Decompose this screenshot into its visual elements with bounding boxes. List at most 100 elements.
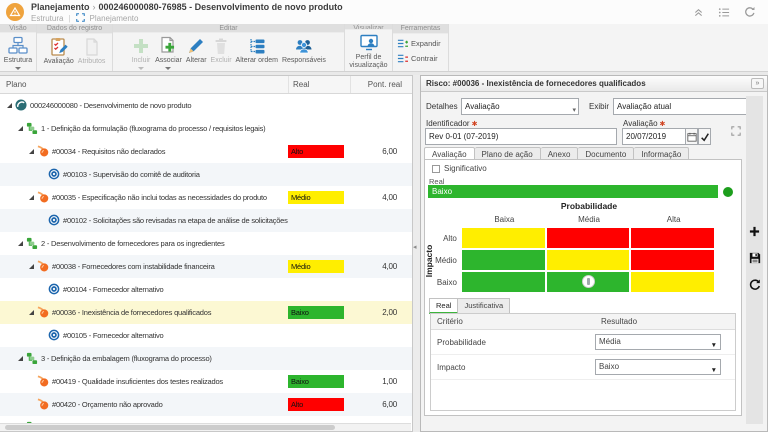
- tree-row[interactable]: 2 - Desenvolvimento de fornecedores para…: [0, 232, 412, 255]
- tree-row[interactable]: #00036 - Inexistência de fornecedores qu…: [0, 301, 412, 324]
- phase-icon: [26, 352, 38, 364]
- significativo-checkbox[interactable]: [432, 165, 440, 173]
- subnav-planejamento[interactable]: Planejamento: [90, 14, 139, 23]
- tree-row[interactable]: #00419 - Qualidade insuficientes dos tes…: [0, 370, 412, 393]
- panel-splitter[interactable]: ◂: [413, 75, 420, 432]
- breadcrumb-app[interactable]: Planejamento: [31, 2, 90, 12]
- chevron-down-icon: ▾: [572, 103, 576, 118]
- tree-row[interactable]: #00038 - Fornecedores com instabilidade …: [0, 255, 412, 278]
- pont-real-cell: 1,00: [350, 377, 412, 386]
- matrix-cell[interactable]: [631, 272, 714, 292]
- tree-row-name: #00419 - Qualidade insuficientes dos tes…: [0, 375, 288, 389]
- tree-row[interactable]: 3 - Definição da embalagem (fluxograma d…: [0, 347, 412, 370]
- tree-row-label: #00035 - Especificação não inclui todas …: [52, 193, 267, 202]
- real-cell: Baixo: [288, 301, 350, 324]
- caret-slot: [16, 126, 25, 131]
- matrix-cell[interactable]: [631, 228, 714, 248]
- control-icon: [48, 168, 60, 180]
- clear-date-button[interactable]: [698, 128, 711, 145]
- expand-caret-icon[interactable]: [29, 149, 34, 154]
- refresh-icon[interactable]: [744, 5, 756, 23]
- expand-caret-icon[interactable]: [18, 241, 23, 246]
- alterar-ordem-button[interactable]: Alterar ordem: [234, 35, 280, 66]
- tree-row[interactable]: #00420 - Orçamento não aprovadoAlto6,00: [0, 393, 412, 416]
- subtab-justificativa[interactable]: Justificativa: [458, 298, 510, 314]
- maximize-corners-icon[interactable]: [731, 123, 741, 141]
- save-button[interactable]: [749, 251, 761, 269]
- detalhes-select[interactable]: Avaliação▾: [461, 98, 579, 115]
- expand-caret-icon[interactable]: [29, 310, 34, 315]
- severity-badge: Médio: [288, 260, 344, 273]
- resultado-cell: Baixo▼: [595, 359, 735, 375]
- tree-row[interactable]: #00103 - Supervisão do comitê de auditor…: [0, 163, 412, 186]
- tree-row-label: #00102 - Solicitações são revisadas na e…: [63, 216, 288, 225]
- add-button[interactable]: [749, 224, 760, 242]
- incluir-button: Incluir: [129, 35, 153, 71]
- severity-badge: Baixo: [288, 375, 344, 388]
- perfil-visualizacao-button[interactable]: Perfil de visualização: [345, 32, 393, 71]
- estrutura-button[interactable]: Estrutura: [2, 35, 34, 71]
- expand-caret-icon[interactable]: [29, 264, 34, 269]
- matrix-cell[interactable]: [462, 272, 545, 292]
- tree-row[interactable]: #00034 - Requisitos não declaradosAlto6,…: [0, 140, 412, 163]
- expand-caret-icon[interactable]: [29, 195, 34, 200]
- atributos-button: Atributos: [76, 36, 108, 67]
- plan-tree-panel: Plano Real Pont. real 000246000080 - Des…: [0, 75, 413, 432]
- panel-side-toolbar: [746, 96, 763, 424]
- matrix-cell[interactable]: [631, 250, 714, 270]
- expand-caret-icon[interactable]: [18, 126, 23, 131]
- impacto-select[interactable]: Baixo▼: [595, 359, 721, 375]
- avaliacao-tab-content: Significativo Real Baixo Probabilidade B…: [424, 159, 742, 416]
- criterio-cell: Probabilidade: [431, 338, 595, 347]
- pont-real-cell: 2,00: [350, 308, 412, 317]
- matrix-cell[interactable]: [547, 228, 630, 248]
- matrix-row: Alto: [425, 228, 716, 248]
- tree-row[interactable]: #00105 - Fornecedor alternativo: [0, 324, 412, 347]
- contrair-button[interactable]: Contrair: [397, 53, 438, 64]
- real-cell: [288, 347, 350, 370]
- expand-caret-icon[interactable]: [18, 356, 23, 361]
- tree-row[interactable]: #00102 - Solicitações são revisadas na e…: [0, 209, 412, 232]
- check-icon: [700, 132, 710, 142]
- alterar-button[interactable]: Alterar: [184, 35, 209, 66]
- column-pont-real[interactable]: Pont. real: [350, 76, 412, 93]
- tree-row[interactable]: #00035 - Especificação não inclui todas …: [0, 186, 412, 209]
- screen-user-icon: [359, 33, 379, 53]
- criteria-row: ProbabilidadeMédia▼: [431, 330, 735, 355]
- scrollbar-thumb[interactable]: [5, 425, 335, 430]
- probabilidade-select[interactable]: Média▼: [595, 334, 721, 350]
- associar-button[interactable]: Associar: [153, 35, 184, 71]
- reload-button[interactable]: [749, 278, 761, 296]
- control-icon: [48, 283, 60, 295]
- caret-slot: [27, 195, 36, 200]
- expand-caret-icon[interactable]: [7, 103, 12, 108]
- risk-icon: [37, 306, 49, 318]
- resultado-header: Resultado: [595, 314, 735, 329]
- tree-row[interactable]: #00104 - Fornecedor alternativo: [0, 278, 412, 301]
- identificador-input[interactable]: Rev 0-01 (07-2019): [425, 128, 617, 145]
- subtab-real[interactable]: Real: [429, 298, 458, 314]
- panel-collapse-button[interactable]: [751, 78, 764, 89]
- matrix-cell[interactable]: [547, 250, 630, 270]
- collapse-ribbon-icon[interactable]: [693, 5, 704, 23]
- matrix-cell[interactable]: [462, 250, 545, 270]
- exibir-select[interactable]: Avaliação atual▾: [613, 98, 759, 115]
- subnav-estrutura[interactable]: Estrutura: [31, 14, 63, 23]
- avaliacao-date-input[interactable]: 20/07/2019: [622, 128, 686, 145]
- trash-icon: [211, 36, 231, 56]
- caret-slot: [27, 264, 36, 269]
- splitter-collapse-icon[interactable]: ◂: [413, 243, 417, 251]
- horizontal-scrollbar[interactable]: [0, 423, 411, 431]
- avaliacao-button[interactable]: Avaliação: [42, 36, 76, 67]
- matrix-cell[interactable]: [547, 272, 630, 292]
- tree-row[interactable]: 1 - Definição da formulação (fluxograma …: [0, 117, 412, 140]
- caret-slot: [16, 241, 25, 246]
- expandir-button[interactable]: Expandir: [397, 38, 441, 49]
- calendar-button[interactable]: [685, 128, 698, 145]
- column-plano[interactable]: Plano: [0, 76, 288, 93]
- list-view-icon[interactable]: [718, 5, 730, 23]
- tree-row[interactable]: 000246000080 - Desenvolvimento de novo p…: [0, 94, 412, 117]
- responsaveis-button[interactable]: Responsáveis: [280, 35, 328, 66]
- matrix-cell[interactable]: [462, 228, 545, 248]
- column-real[interactable]: Real: [288, 76, 350, 93]
